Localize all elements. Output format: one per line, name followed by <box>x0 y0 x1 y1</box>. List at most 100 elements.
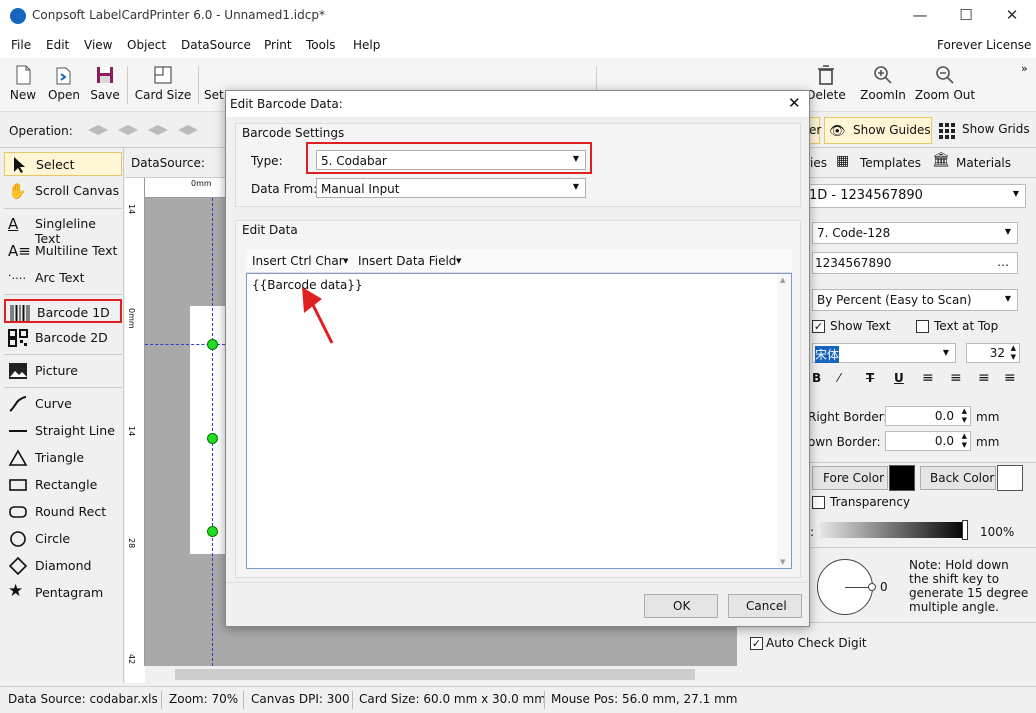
status-zoom: Zoom: 70% <box>169 692 239 706</box>
card-size-button[interactable]: Card Size <box>133 62 193 110</box>
tool-separator <box>4 294 122 295</box>
tool-separator <box>4 208 122 209</box>
tab-materials[interactable]: 🏛 Materials <box>930 152 1014 174</box>
insert-data-field-button[interactable]: Insert Data Field <box>358 254 456 268</box>
text-at-top-checkbox[interactable]: Text at Top <box>916 319 1016 337</box>
barcode-settings-group: Barcode Settings Type: 5. Codabar ▼ Data… <box>235 123 801 207</box>
opacity-slider[interactable] <box>820 520 968 540</box>
menu-edit[interactable]: Edit <box>46 38 69 52</box>
menu-file[interactable]: File <box>11 38 31 52</box>
scroll-up-icon[interactable]: ▲ <box>780 276 785 284</box>
scroll-down-icon[interactable]: ▼ <box>780 558 785 566</box>
tool-triangle[interactable]: Triangle <box>4 446 122 470</box>
tool-diamond[interactable]: Diamond <box>4 554 122 578</box>
guide-line-vertical <box>212 198 213 666</box>
zoom-in-button[interactable]: ZoomIn <box>858 62 908 110</box>
templates-icon: ▦ <box>836 153 850 169</box>
resize-handle[interactable] <box>207 433 218 444</box>
cancel-button[interactable]: Cancel <box>728 594 802 618</box>
spinner-icon: ▲ ▼ <box>1010 344 1016 361</box>
barcode-data-field[interactable]: 1234567890 … <box>812 252 1018 274</box>
right-border-stepper[interactable]: 0.0 ▲ ▼ <box>885 406 971 426</box>
horizontal-scrollbar[interactable] <box>145 666 737 683</box>
down-border-stepper[interactable]: 0.0 ▲ ▼ <box>885 431 971 451</box>
tool-barcode-1d[interactable]: Barcode 1D <box>4 299 122 323</box>
round-rect-icon <box>9 506 27 518</box>
show-text-checkbox[interactable]: ✓ Show Text <box>812 319 912 337</box>
set-button[interactable]: Set <box>204 62 226 110</box>
size-mode-select[interactable]: By Percent (Easy to Scan) ▼ <box>812 289 1018 311</box>
minimize-button[interactable]: — <box>905 6 935 26</box>
menu-tools[interactable]: Tools <box>306 38 336 52</box>
back-color-swatch[interactable] <box>997 465 1023 491</box>
hand-icon: ✋ <box>8 182 27 200</box>
open-file-icon <box>56 67 71 85</box>
font-name-select[interactable]: 宋体 ▼ <box>812 343 956 363</box>
tool-curve[interactable]: Curve <box>4 392 122 416</box>
tool-multiline-text[interactable]: A≡ Multiline Text <box>4 239 122 263</box>
open-button[interactable]: Open <box>44 62 84 110</box>
menu-bar: File Edit View Object DataSource Print T… <box>0 32 1036 58</box>
align-right-icon[interactable]: ≡ <box>978 370 990 386</box>
show-grids-button[interactable]: Show Grids <box>936 117 1036 144</box>
align-left-icon[interactable]: ≡ <box>922 370 934 386</box>
show-guides-button[interactable]: 👁 Show Guides <box>824 117 932 144</box>
slider-handle[interactable] <box>962 520 968 540</box>
justify-icon[interactable]: ≡ <box>1004 370 1016 386</box>
tool-circle[interactable]: Circle <box>4 527 122 551</box>
save-button[interactable]: Save <box>88 62 122 110</box>
type-label: Type: <box>251 154 283 168</box>
object-select[interactable]: 1D - 1234567890 ▼ <box>806 184 1026 208</box>
dialog-close-icon[interactable]: ✕ <box>788 94 801 112</box>
tab-templates[interactable]: ▦ Templates <box>834 152 930 174</box>
menu-view[interactable]: View <box>84 38 112 52</box>
fore-color-button[interactable]: Fore Color <box>812 466 888 490</box>
align-center-icon[interactable]: ≡ <box>950 370 962 386</box>
menu-print[interactable]: Print <box>264 38 292 52</box>
resize-handle[interactable] <box>207 526 218 537</box>
menu-datasource[interactable]: DataSource <box>181 38 251 52</box>
fore-color-swatch[interactable] <box>889 465 915 491</box>
status-mouse-pos: Mouse Pos: 56.0 mm, 27.1 mm <box>551 692 738 706</box>
angle-dial[interactable] <box>817 559 876 615</box>
tool-straight-line[interactable]: Straight Line <box>4 419 122 443</box>
maximize-button[interactable]: ☐ <box>951 6 981 26</box>
insert-ctrl-char-button[interactable]: Insert Ctrl Char <box>252 254 344 268</box>
tool-round-rect[interactable]: Round Rect <box>4 500 122 524</box>
tool-singleline-text[interactable]: A Singleline Text <box>4 212 122 246</box>
tool-pentagram[interactable]: ★ Pentagram <box>4 581 122 605</box>
back-color-button[interactable]: Back Color <box>920 466 996 490</box>
auto-check-digit-checkbox[interactable]: ✓ Auto Check Digit <box>750 636 900 654</box>
tool-picture[interactable]: Picture <box>4 359 122 383</box>
italic-icon[interactable]: ⁄ <box>838 371 840 385</box>
datafrom-select[interactable]: Manual Input ▼ <box>316 178 586 198</box>
transparency-checkbox[interactable]: Transparency <box>812 495 932 513</box>
save-icon <box>97 67 113 83</box>
bold-icon[interactable]: B <box>812 371 821 385</box>
font-size-stepper[interactable]: 32 ▲ ▼ <box>966 343 1020 363</box>
zoom-out-button[interactable]: Zoom Out <box>914 62 976 110</box>
barcode-type-select[interactable]: 7. Code-128 ▼ <box>812 222 1018 244</box>
tool-arc-text[interactable]: ·․… Arc Text <box>4 266 122 290</box>
ok-button[interactable]: OK <box>644 594 718 618</box>
tab-properties[interactable]: ies <box>810 156 827 170</box>
tool-select[interactable]: Select <box>4 152 122 176</box>
delete-button[interactable]: Delete <box>806 62 846 110</box>
tool-rectangle[interactable]: Rectangle <box>4 473 122 497</box>
editor-scrollbar[interactable]: ▲ ▼ <box>777 274 791 568</box>
tool-barcode-2d[interactable]: Barcode 2D <box>4 326 122 350</box>
close-window-button[interactable]: ✕ <box>997 6 1027 26</box>
ellipsis-icon[interactable]: … <box>997 255 1009 269</box>
resize-handle[interactable] <box>207 339 218 350</box>
strikethrough-icon[interactable]: T <box>866 371 874 385</box>
dialog-title: Edit Barcode Data: <box>230 97 343 111</box>
toolbar-overflow-icon[interactable]: » <box>1021 62 1028 75</box>
underline-icon[interactable]: U <box>894 371 904 385</box>
new-button[interactable]: New <box>6 62 40 110</box>
opacity-value: 100% <box>980 525 1015 539</box>
menu-help[interactable]: Help <box>353 38 380 52</box>
dial-handle[interactable] <box>868 583 876 591</box>
scrollbar-thumb[interactable] <box>175 669 695 680</box>
menu-object[interactable]: Object <box>127 38 166 52</box>
tool-scroll-canvas[interactable]: ✋ Scroll Canvas <box>4 179 122 203</box>
